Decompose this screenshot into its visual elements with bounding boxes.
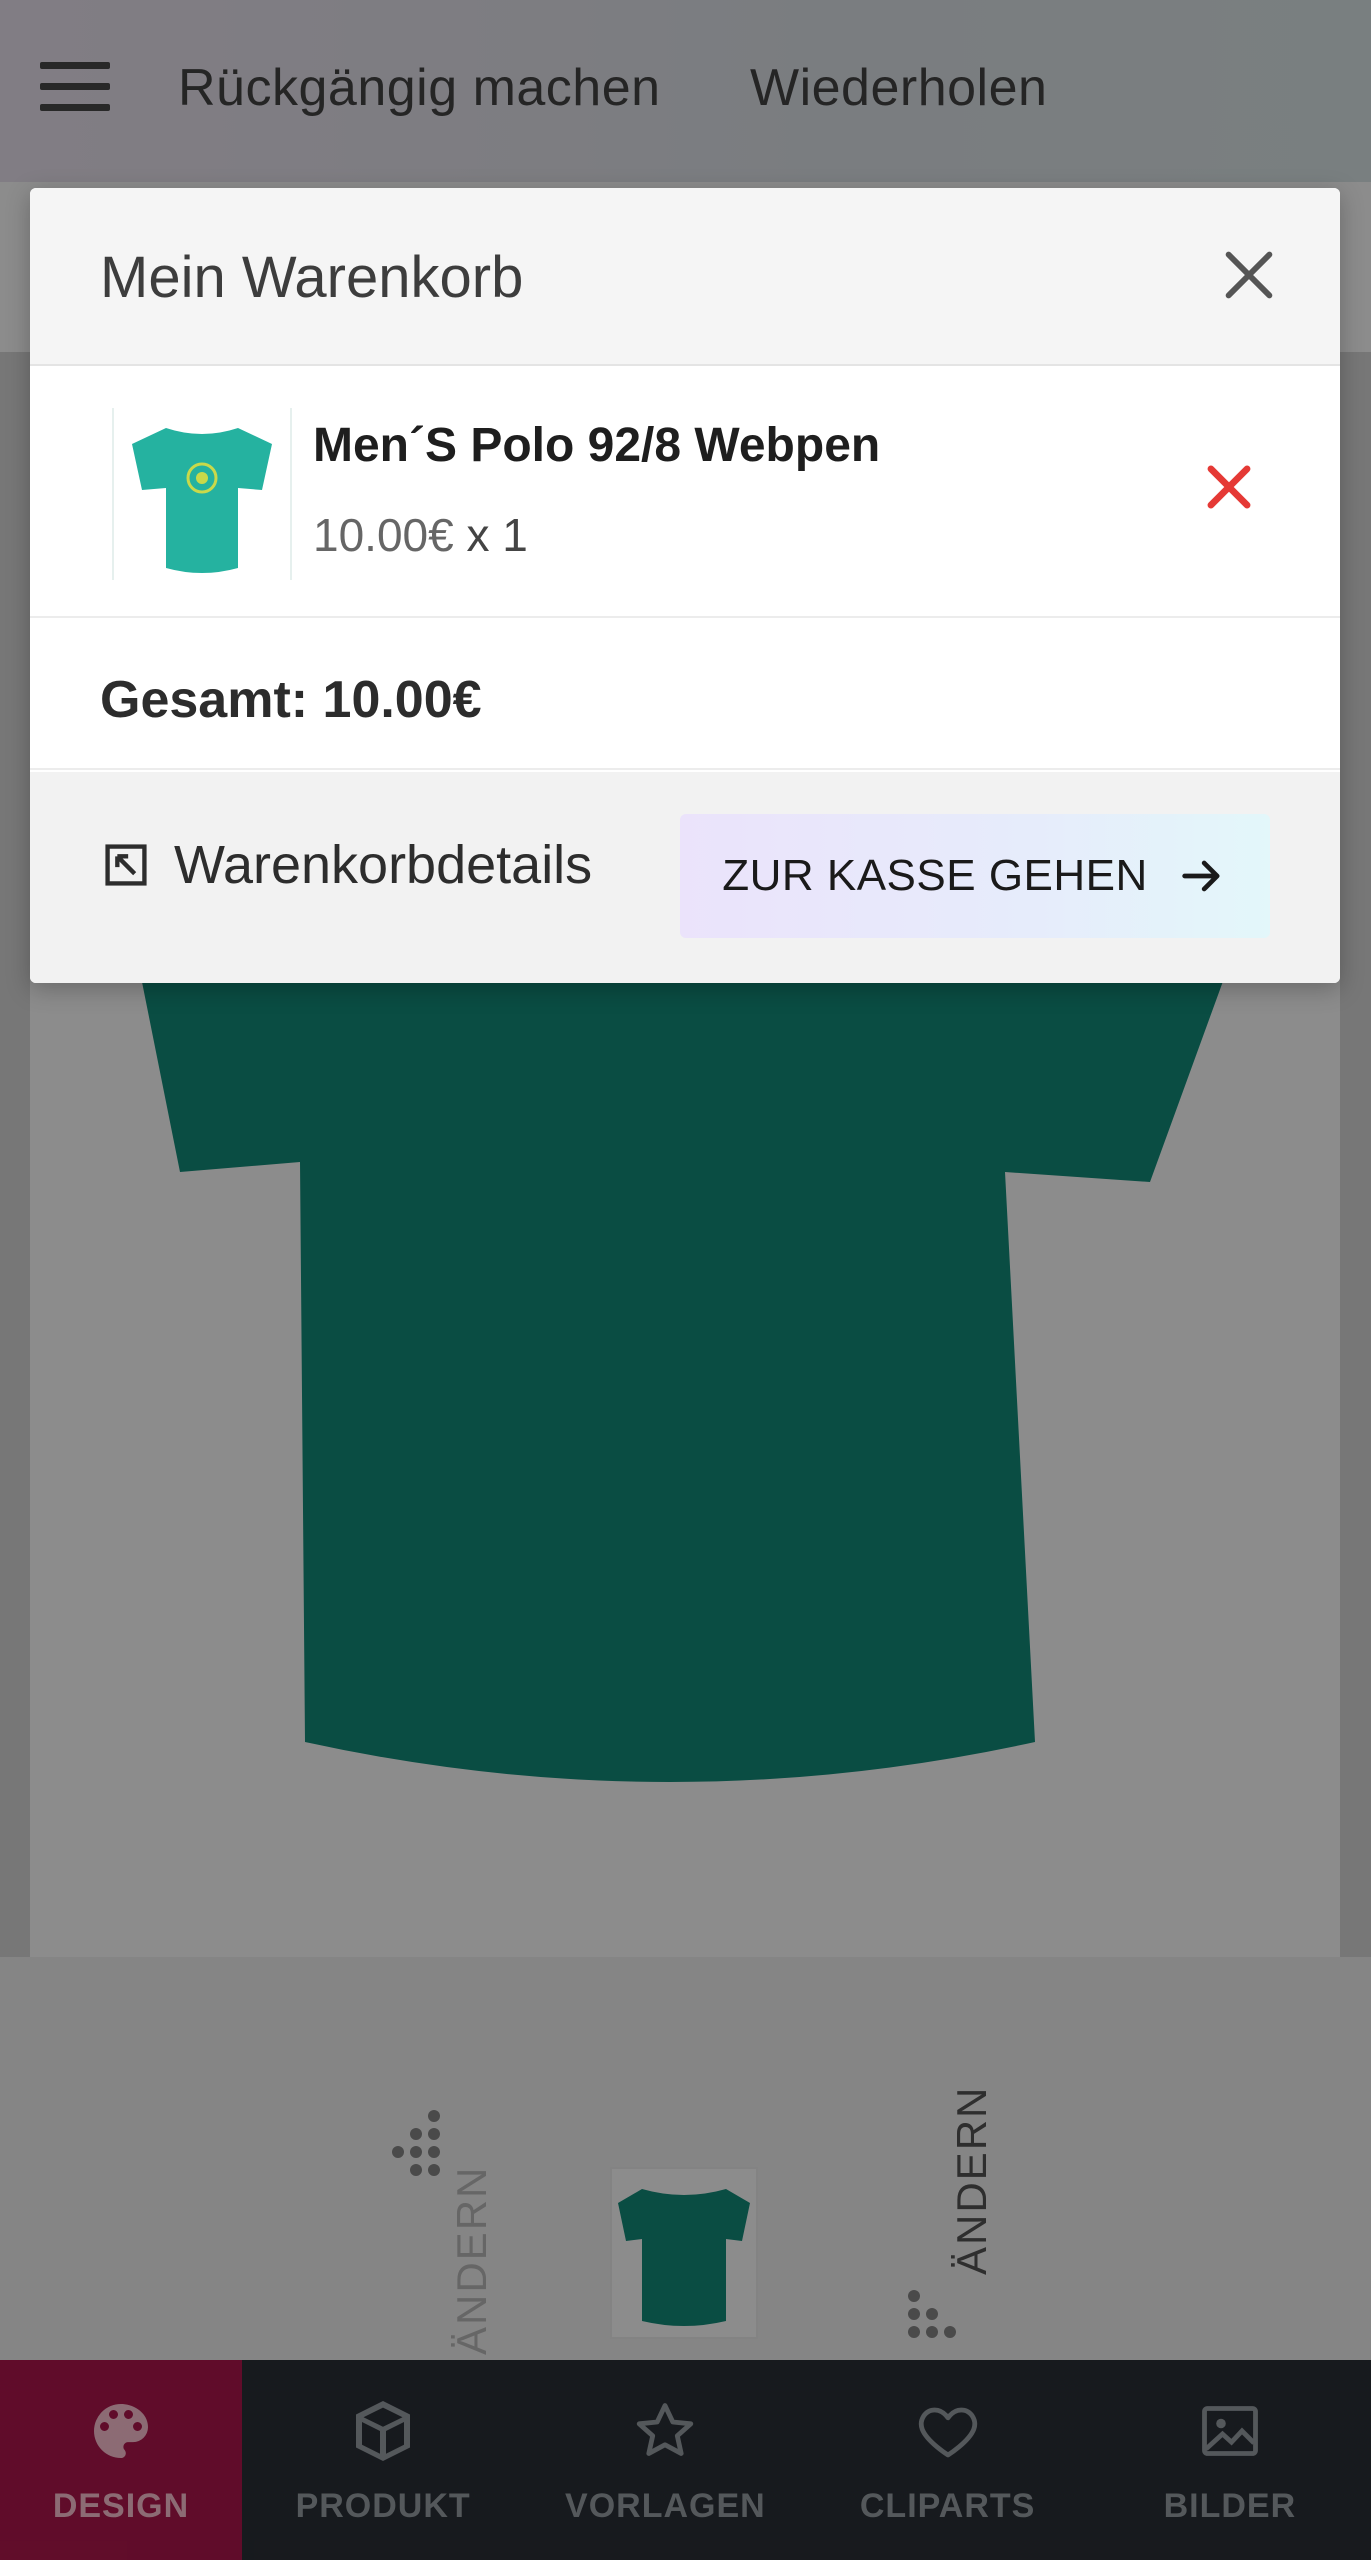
remove-item-button[interactable] [1198,456,1260,518]
cart-total: Gesamt: 10.00€ [100,671,482,729]
cart-item: Men´S Polo 92/8 Webpen 10.00€ x 1 [30,368,1340,618]
checkout-button[interactable]: ZUR KASSE GEHEN [680,814,1270,938]
checkout-label: ZUR KASSE GEHEN [722,851,1148,900]
cart-details-label: Warenkorbdetails [174,835,593,895]
cart-modal: Mein Warenkorb Men´S Polo 92/8 Webpen 10… [30,188,1340,983]
cart-modal-header: Mein Warenkorb [30,188,1340,366]
cart-item-unit-price: 10.00€ [313,509,454,561]
open-external-icon [105,844,147,886]
cart-footer: Warenkorbdetails ZUR KASSE GEHEN [30,772,1340,983]
cart-item-price: 10.00€ x 1 [313,508,528,562]
remove-icon [1207,465,1251,509]
close-button[interactable] [1214,240,1284,310]
arrow-right-icon [1182,860,1220,892]
cart-total-row: Gesamt: 10.00€ [30,620,1340,770]
close-icon [1225,251,1273,299]
cart-item-name[interactable]: Men´S Polo 92/8 Webpen [313,418,880,473]
cart-item-quantity: x 1 [466,509,528,561]
cart-item-thumbnail[interactable] [112,408,292,580]
cart-details-link[interactable]: Warenkorbdetails [100,834,592,896]
cart-title: Mein Warenkorb [100,245,524,310]
